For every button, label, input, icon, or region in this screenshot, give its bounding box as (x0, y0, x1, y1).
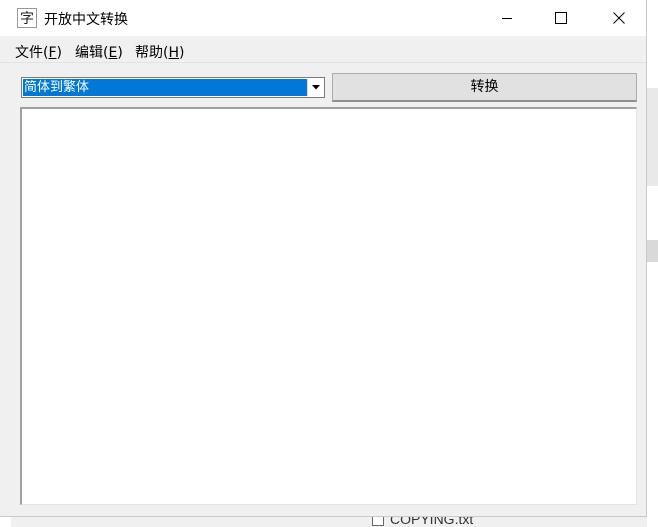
minimize-button[interactable] (484, 0, 530, 36)
title-bar[interactable]: 字 开放中文转换 (0, 0, 646, 36)
menu-bar: 文件(F) 编辑(E) 帮助(H) (0, 36, 646, 62)
text-editor[interactable] (20, 107, 637, 505)
menu-divider (0, 62, 646, 63)
menu-file[interactable]: 文件(F) (15, 42, 62, 62)
minimize-icon (502, 18, 512, 19)
dropdown-arrow-button[interactable] (307, 79, 323, 96)
app-icon: 字 (17, 8, 37, 28)
close-button[interactable] (596, 0, 642, 36)
menu-help[interactable]: 帮助(H) (135, 42, 184, 62)
conversion-mode-select[interactable]: 简体到繁体 (21, 77, 325, 98)
maximize-button[interactable] (538, 0, 584, 36)
window-title: 开放中文转换 (44, 12, 128, 28)
menu-edit[interactable]: 编辑(E) (75, 42, 123, 62)
maximize-icon (555, 12, 567, 24)
conversion-mode-value: 简体到繁体 (23, 79, 307, 96)
close-icon (613, 12, 625, 24)
chevron-down-icon (311, 85, 320, 90)
app-window: 字 开放中文转换 文件(F) 编辑(E) 帮助(H) 简体到繁体 转换 (0, 0, 647, 517)
convert-button[interactable]: 转换 (332, 73, 637, 102)
background-window-right (647, 0, 658, 527)
